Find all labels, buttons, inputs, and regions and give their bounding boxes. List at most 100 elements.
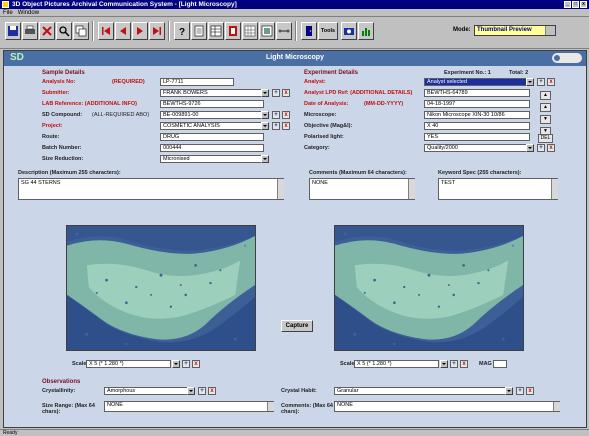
company-logo bbox=[552, 53, 582, 63]
observation-comments-scrollbar[interactable] bbox=[553, 402, 560, 411]
polarised-light-field[interactable]: YES bbox=[424, 133, 530, 141]
submitter-remove-button[interactable]: x bbox=[282, 89, 290, 97]
category-dropdown-button[interactable] bbox=[526, 144, 534, 152]
close-button[interactable]: x bbox=[580, 1, 587, 8]
observation-comments-field[interactable]: NONE bbox=[334, 401, 560, 412]
crystallinity-dropdown-button[interactable] bbox=[187, 387, 195, 395]
size-range-scrollbar[interactable] bbox=[267, 402, 274, 411]
submitter-dropdown-button[interactable] bbox=[261, 89, 269, 97]
save-icon bbox=[8, 26, 18, 36]
mode-select[interactable]: Thumbnail Preview bbox=[474, 25, 556, 36]
submitter-field[interactable]: FRANK BOWERS bbox=[160, 89, 264, 97]
analyst-reference-field[interactable]: BEWTHS-64789 bbox=[424, 89, 530, 97]
toolbar-exit-button[interactable] bbox=[301, 22, 317, 40]
tools-label: Tools bbox=[320, 28, 336, 34]
toolbar-previous-record-button[interactable] bbox=[115, 22, 131, 40]
project-dropdown-button[interactable] bbox=[261, 122, 269, 130]
submitter-add-button[interactable]: + bbox=[272, 89, 280, 97]
size-reduction-dropdown-button[interactable] bbox=[261, 155, 269, 163]
lab-reference-field[interactable]: BEWTHS-9726 bbox=[160, 100, 264, 108]
sd-compound-field[interactable]: BE-009891-00 bbox=[160, 111, 264, 119]
keyword-scrollbar[interactable] bbox=[551, 179, 558, 199]
toolbar-table-button[interactable] bbox=[208, 22, 224, 40]
date-of-analysis-field[interactable]: 04-18-1997 bbox=[424, 100, 530, 108]
comments-scrollbar[interactable] bbox=[408, 179, 415, 199]
route-label: Route: bbox=[42, 134, 60, 140]
toolbar-help-button[interactable]: ? bbox=[174, 22, 190, 40]
crystallinity-field[interactable]: Amorphous bbox=[104, 387, 190, 395]
analysis-no-field[interactable]: LP-7711 bbox=[160, 78, 234, 86]
toolbar-print-button[interactable] bbox=[22, 22, 38, 40]
category-remove-button[interactable]: x bbox=[547, 144, 555, 152]
left-scale-dropdown-button[interactable] bbox=[172, 360, 180, 368]
left-scale-remove-button[interactable]: x bbox=[192, 360, 200, 368]
right-scale-dropdown-button[interactable] bbox=[440, 360, 448, 368]
mag-field[interactable] bbox=[493, 360, 507, 368]
copy-icon bbox=[75, 25, 87, 37]
experiment-next-button[interactable]: ▼ bbox=[540, 115, 551, 124]
link-icon bbox=[278, 29, 290, 33]
left-microscopy-image[interactable] bbox=[66, 225, 256, 351]
experiment-first-button[interactable]: ▲ bbox=[540, 91, 551, 100]
description-textarea[interactable]: SG 44 STERNS bbox=[18, 178, 284, 200]
toolbar-tools-button[interactable]: Tools bbox=[318, 22, 338, 40]
form-header: SD Light Microscopy bbox=[4, 51, 586, 66]
crystal-habit-field[interactable]: Granular bbox=[334, 387, 508, 395]
menu-file[interactable]: File bbox=[3, 10, 13, 16]
category-label: Category: bbox=[304, 145, 330, 151]
toolbar-link-button[interactable] bbox=[276, 22, 292, 40]
route-field[interactable]: DRUG bbox=[160, 133, 264, 141]
crystal-habit-remove-button[interactable]: x bbox=[526, 387, 534, 395]
menu-window[interactable]: Window bbox=[18, 10, 39, 16]
left-scale-field[interactable]: X 5 (* 1.280 *) bbox=[86, 360, 171, 368]
right-scale-field[interactable]: X 5 (* 1.280 *) bbox=[354, 360, 439, 368]
description-scrollbar[interactable] bbox=[277, 179, 284, 199]
toolbar-chart-button[interactable] bbox=[358, 22, 374, 40]
microscope-field[interactable]: Nikon Microscope XIN-30 10/86 bbox=[424, 111, 530, 119]
project-add-button[interactable]: + bbox=[272, 122, 280, 130]
project-remove-button[interactable]: x bbox=[282, 122, 290, 130]
experiment-previous-button[interactable]: ▲ bbox=[540, 103, 551, 112]
toolbar-grid-button[interactable] bbox=[242, 22, 258, 40]
project-field[interactable]: COSMETIC ANALYSIS bbox=[160, 122, 264, 130]
category-add-button[interactable]: + bbox=[537, 144, 545, 152]
analyst-remove-button[interactable]: x bbox=[547, 78, 555, 86]
comments-textarea[interactable]: NONE bbox=[309, 178, 415, 200]
toolbar-report-button[interactable] bbox=[191, 22, 207, 40]
right-scale-remove-button[interactable]: x bbox=[460, 360, 468, 368]
left-scale-add-button[interactable]: + bbox=[182, 360, 190, 368]
crystallinity-add-button[interactable]: + bbox=[198, 387, 206, 395]
toolbar-find-button[interactable] bbox=[56, 22, 72, 40]
crystallinity-remove-button[interactable]: x bbox=[208, 387, 216, 395]
capture-button[interactable]: Capture bbox=[281, 320, 313, 332]
category-field[interactable]: Quality/2000 bbox=[424, 144, 530, 152]
analyst-dropdown-button[interactable] bbox=[526, 78, 534, 86]
toolbar-first-record-button[interactable] bbox=[98, 22, 114, 40]
toolbar-save-button[interactable] bbox=[5, 22, 21, 40]
sd-compound-dropdown-button[interactable] bbox=[261, 111, 269, 119]
analyst-add-button[interactable]: + bbox=[537, 78, 545, 86]
right-scale-add-button[interactable]: + bbox=[450, 360, 458, 368]
size-reduction-field[interactable]: Micronised bbox=[160, 155, 264, 163]
sd-compound-add-button[interactable]: + bbox=[272, 111, 280, 119]
analyst-field[interactable]: Analyst selected bbox=[424, 78, 530, 86]
maximize-button[interactable]: □ bbox=[572, 1, 579, 8]
keyword-textarea[interactable]: TEST bbox=[438, 178, 558, 200]
crystal-habit-dropdown-button[interactable] bbox=[505, 387, 513, 395]
sd-compound-remove-button[interactable]: x bbox=[282, 111, 290, 119]
analysis-no-label: Analysis No: bbox=[42, 79, 76, 85]
crystal-habit-add-button[interactable]: + bbox=[516, 387, 524, 395]
right-microscopy-image[interactable] bbox=[334, 225, 524, 351]
toolbar-copy-button[interactable] bbox=[73, 22, 89, 40]
batch-number-field[interactable]: 000444 bbox=[160, 144, 264, 152]
size-range-field[interactable]: NONE bbox=[104, 401, 274, 412]
toolbar-next-record-button[interactable] bbox=[132, 22, 148, 40]
objective-field[interactable]: X 40 bbox=[424, 122, 530, 130]
toolbar-camera-button[interactable] bbox=[341, 22, 357, 40]
toolbar-image-button[interactable] bbox=[259, 22, 275, 40]
minimize-button[interactable]: _ bbox=[564, 1, 571, 8]
toolbar-bookmark-button[interactable] bbox=[225, 22, 241, 40]
experiment-delete-button[interactable]: DEL bbox=[538, 134, 553, 143]
toolbar-last-record-button[interactable] bbox=[149, 22, 165, 40]
toolbar-delete-button[interactable] bbox=[39, 22, 55, 40]
